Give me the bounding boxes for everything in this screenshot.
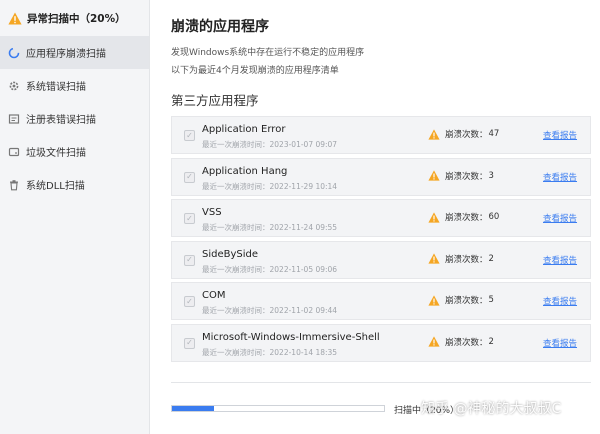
scan-progress-bar	[171, 405, 385, 412]
crash-count: 5	[488, 295, 494, 306]
view-report-link[interactable]: 查看报告	[543, 337, 577, 349]
crash-count-group: 崩溃次数： 2	[428, 336, 494, 348]
description-line-1: 发现Windows系统中存在运行不稳定的应用程序	[171, 48, 365, 58]
app-name: Microsoft-Windows-Immersive-Shell	[202, 331, 380, 343]
last-crash-time: 最近一次崩溃时间：2022-11-24 09:55	[202, 223, 338, 233]
sidebar-item-label: 垃圾文件扫描	[26, 148, 86, 159]
trash-icon	[8, 179, 20, 191]
app-row: ✓ Application Hang 最近一次崩溃时间：2022-11-29 10:…	[171, 157, 591, 196]
view-report-link[interactable]: 查看报告	[543, 212, 577, 224]
crash-count-group: 崩溃次数： 47	[428, 128, 499, 140]
warning-icon	[428, 253, 440, 264]
crash-count: 2	[488, 253, 494, 264]
crash-count-label: 崩溃次数：	[445, 296, 488, 307]
app-name: Application Hang	[202, 165, 288, 177]
divider	[171, 382, 591, 383]
last-crash-time: 最近一次崩溃时间：2022-11-29 10:14	[202, 181, 338, 191]
sidebar-item-label: 系统错误扫描	[26, 82, 86, 93]
app-name: COM	[202, 290, 226, 302]
crash-count-label: 崩溃次数：	[445, 213, 488, 224]
app-name: Application Error	[202, 124, 286, 135]
section-title: 第三方应用程序	[171, 93, 259, 108]
view-report-link[interactable]: 查看报告	[543, 295, 577, 307]
row-checkbox[interactable]: ✓	[184, 171, 195, 183]
row-checkbox[interactable]: ✓	[184, 130, 195, 141]
crash-count-group: 崩溃次数： 5	[428, 294, 494, 306]
scan-progress-text: 扫描中（20%）	[394, 406, 460, 416]
view-report-link[interactable]: 查看报告	[543, 171, 577, 183]
crash-count-group: 崩溃次数： 60	[428, 211, 499, 223]
app-row: ✓ VSS 最近一次崩溃时间：2022-11-24 09:55 崩溃次数： 60 查看报告	[171, 199, 591, 238]
last-crash-time: 最近一次崩溃时间：2022-10-14 18:35	[202, 347, 338, 357]
row-checkbox[interactable]: ✓	[184, 337, 195, 349]
crash-count-label: 崩溃次数：	[445, 130, 488, 140]
warning-icon	[428, 336, 440, 348]
disk-icon	[8, 146, 20, 158]
sidebar-item[interactable]: 应用程序崩溃扫描	[0, 36, 149, 69]
crash-count-label: 崩溃次数：	[445, 171, 488, 182]
app-row: ✓ Microsoft-Windows-Immersive-Shell 最近一次崩溃…	[171, 323, 591, 362]
crash-count-label: 崩溃次数：	[445, 254, 488, 265]
warning-icon	[428, 295, 440, 306]
sidebar-item[interactable]: 垃圾文件扫描	[0, 135, 149, 168]
app-name: SideBySide	[202, 248, 259, 260]
warning-icon	[428, 212, 440, 223]
crash-count-group: 崩溃次数： 2	[428, 253, 494, 265]
app-name: VSS	[202, 207, 222, 219]
registry-icon	[8, 113, 20, 125]
crash-count-group: 崩溃次数： 3	[428, 170, 494, 182]
last-crash-time: 最近一次崩溃时间：2023-01-07 09:07	[202, 140, 338, 149]
page-title: 崩溃的应用程序	[171, 19, 269, 35]
description-line-2: 以下为最近4个月发现崩溃的应用程序清单	[171, 66, 339, 76]
last-crash-time: 最近一次崩溃时间：2022-11-05 09:06	[202, 264, 338, 274]
warning-icon	[428, 128, 440, 140]
sidebar-item-label: 注册表错误扫描	[26, 115, 96, 126]
warning-icon	[8, 12, 22, 24]
sidebar-item[interactable]: 注册表错误扫描	[0, 102, 149, 135]
crash-count: 2	[488, 336, 494, 347]
app-row: ✓ SideBySide 最近一次崩溃时间：2022-11-05 09:06 崩溃次数…	[171, 240, 591, 279]
view-report-link[interactable]: 查看报告	[543, 129, 577, 141]
scan-progress-fill	[172, 406, 215, 411]
gear-icon	[8, 80, 20, 92]
spinner-icon	[8, 47, 20, 59]
sidebar-item[interactable]: 系统DLL扫描	[0, 168, 149, 201]
crashed-app-list: ✓ Application Error 最近一次崩溃时间：2023-01-07 09…	[171, 116, 591, 366]
warning-icon	[428, 170, 440, 181]
scan-status-header: 异常扫描中（20%）	[0, 0, 149, 36]
crash-count: 3	[488, 170, 494, 181]
row-checkbox[interactable]: ✓	[184, 213, 195, 225]
sidebar-item-label: 应用程序崩溃扫描	[26, 49, 106, 60]
crash-count-label: 崩溃次数：	[445, 337, 488, 348]
view-report-link[interactable]: 查看报告	[543, 254, 577, 266]
sidebar-item-label: 系统DLL扫描	[26, 181, 85, 192]
app-row: ✓ COM 最近一次崩溃时间：2022-11-02 09:44 崩溃次数： 5 查看报告	[171, 282, 591, 321]
scan-status-title: 异常扫描中（20%）	[27, 12, 126, 25]
last-crash-time: 最近一次崩溃时间：2022-11-02 09:44	[202, 306, 338, 316]
sidebar: 异常扫描中（20%） 应用程序崩溃扫描 系统错误扫描 注册表错误扫描 垃圾文件扫描 系统…	[0, 0, 150, 434]
sidebar-item[interactable]: 系统错误扫描	[0, 69, 149, 102]
crash-count: 47	[488, 129, 500, 139]
row-checkbox[interactable]: ✓	[184, 296, 195, 308]
app-row: ✓ Application Error 最近一次崩溃时间：2023-01-07 09…	[171, 116, 591, 154]
crash-count: 60	[488, 212, 500, 223]
row-checkbox[interactable]: ✓	[184, 254, 195, 266]
main-panel: 崩溃的应用程序 发现Windows系统中存在运行不稳定的应用程序 以下为最近4个…	[171, 0, 591, 434]
